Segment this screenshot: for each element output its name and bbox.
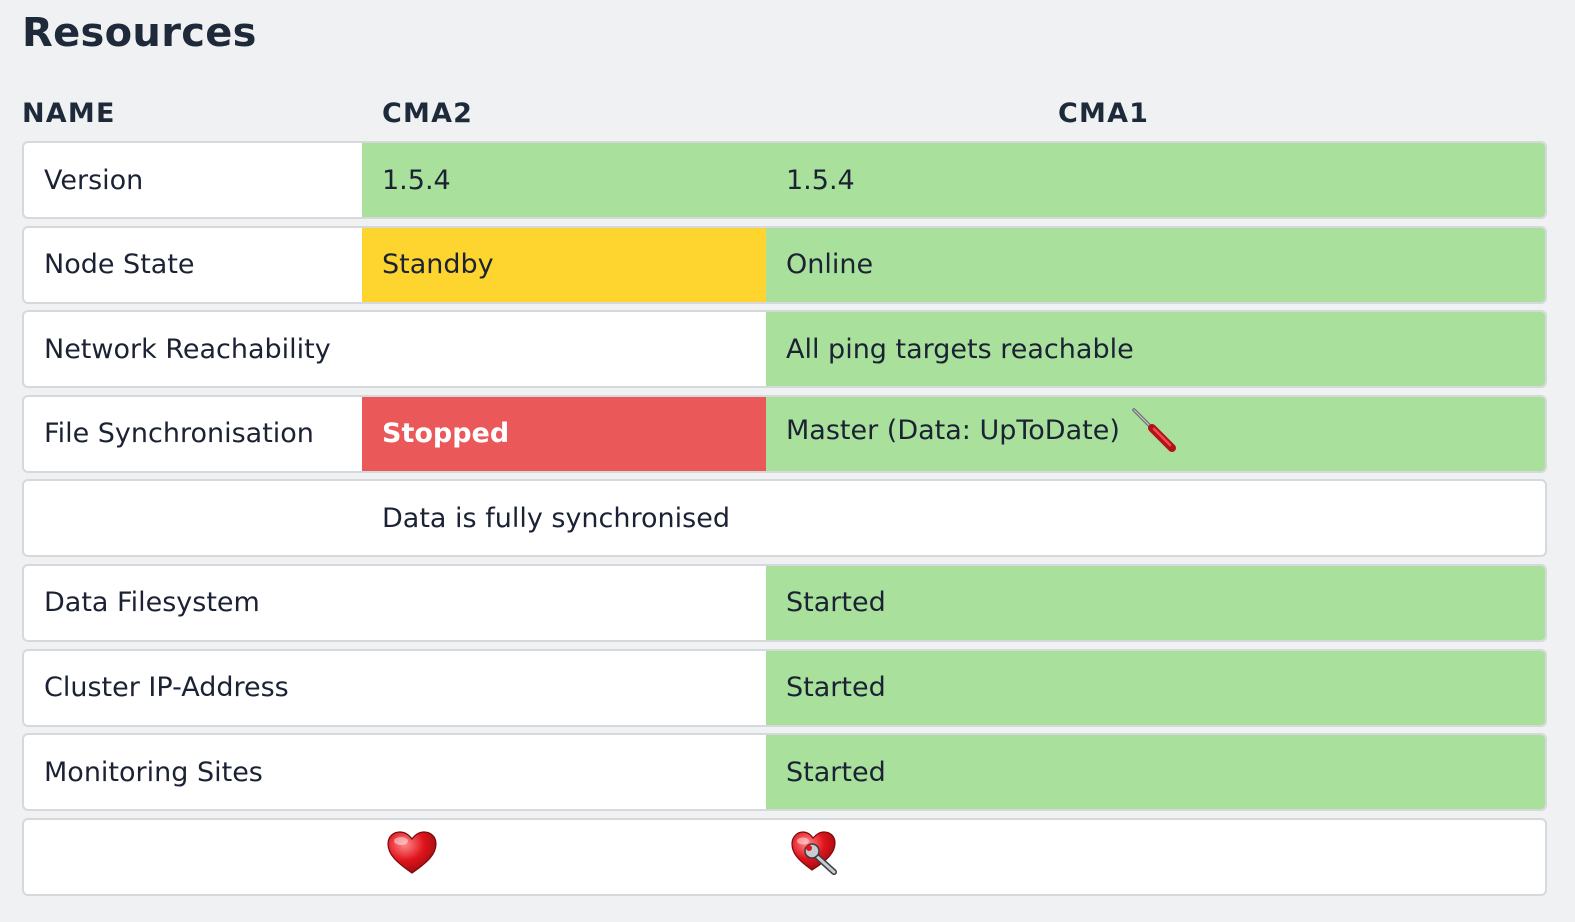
table-header: NAME CMA2 CMA1 [22, 94, 1547, 134]
table-row-version: Version 1.5.4 1.5.4 [22, 141, 1547, 219]
cma1-file-sync-value: Master (Data: UpToDate) [786, 415, 1120, 447]
cma1-monitoring-cell: Started [766, 735, 1545, 810]
table-row-node-state: Node State Standby Online [22, 225, 1547, 304]
cma1-data-fs-value: Started [786, 587, 886, 619]
page-title: Resources [22, 10, 257, 56]
row-label: Node State [44, 249, 195, 281]
row-label: Network Reachability [44, 333, 331, 365]
cma1-version-value: 1.5.4 [786, 164, 855, 196]
screwdriver-icon[interactable] [1128, 406, 1178, 456]
table-row-status-icons [22, 817, 1547, 896]
row-label: Cluster IP-Address [44, 672, 289, 704]
heart-icon[interactable] [386, 830, 438, 883]
table-row-monitoring-sites: Monitoring Sites Started [22, 733, 1547, 812]
cma1-network-cell: All ping targets reachable [766, 312, 1545, 387]
column-header-cma1: CMA1 [1058, 98, 1150, 129]
cma2-version-cell: 1.5.4 [362, 143, 766, 217]
cma1-cluster-ip-cell: Started [766, 650, 1545, 725]
cma1-cluster-ip-value: Started [786, 672, 886, 704]
cma1-data-fs-cell: Started [766, 565, 1545, 640]
cma2-node-state-value: Standby [382, 249, 494, 281]
resources-table: Version 1.5.4 1.5.4 Node State Standby O… [22, 141, 1547, 902]
cma2-node-state-cell: Standby [362, 227, 766, 302]
table-row-sync-info: Data is fully synchronised [22, 479, 1547, 558]
cma1-network-value: All ping targets reachable [786, 333, 1134, 365]
table-row-data-filesystem: Data Filesystem Started [22, 563, 1547, 642]
cma1-status-cell [766, 820, 1545, 894]
sync-info-text: Data is fully synchronised [382, 502, 730, 534]
row-label: Version [44, 164, 144, 196]
column-header-name: NAME [22, 98, 116, 129]
cma1-version-cell: 1.5.4 [766, 143, 1545, 217]
cma2-file-sync-value: Stopped [382, 418, 510, 450]
cma1-node-state-value: Online [786, 249, 874, 281]
cma2-status-cell [362, 820, 766, 894]
cma2-file-sync-cell: Stopped [362, 396, 766, 471]
row-label: File Synchronisation [44, 418, 314, 450]
table-row-network-reachability: Network Reachability All ping targets re… [22, 310, 1547, 389]
table-row-file-synchronisation: File Synchronisation Stopped Master (Dat… [22, 394, 1547, 473]
cma1-node-state-cell: Online [766, 227, 1545, 302]
heart-wrench-icon[interactable] [790, 830, 842, 883]
row-label: Monitoring Sites [44, 756, 263, 788]
table-row-cluster-ip: Cluster IP-Address Started [22, 648, 1547, 727]
row-label: Data Filesystem [44, 587, 260, 619]
column-header-cma2: CMA2 [382, 98, 474, 129]
cma2-version-value: 1.5.4 [382, 164, 451, 196]
cma1-monitoring-value: Started [786, 756, 886, 788]
cma1-file-sync-cell: Master (Data: UpToDate) [766, 396, 1545, 471]
